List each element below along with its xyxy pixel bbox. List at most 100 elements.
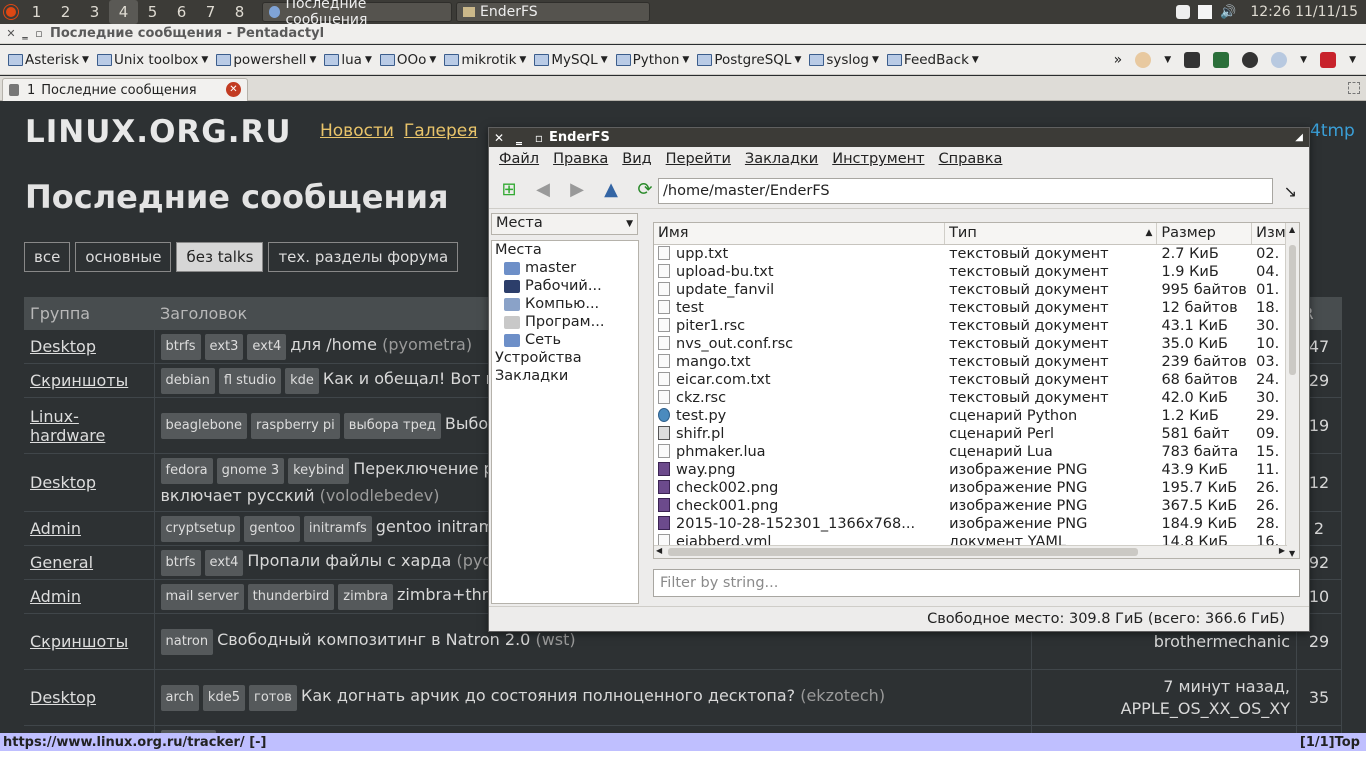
file-row[interactable]: upp.txt текстовый документ 2.7 КиБ 02.: [654, 245, 1299, 263]
tag[interactable]: mail server: [160, 584, 244, 610]
topic-author[interactable]: (pyometra): [382, 335, 472, 354]
command-line[interactable]: [0, 751, 1366, 768]
tag[interactable]: raspberry pi: [251, 413, 340, 439]
bookmark-folder-ooo[interactable]: OOo ▼: [379, 52, 436, 68]
topic-title[interactable]: Как и обещал! Вот му: [323, 369, 507, 388]
tab-groups-icon[interactable]: [1348, 82, 1360, 94]
addon-face-icon[interactable]: [1135, 52, 1152, 68]
vertical-scrollbar[interactable]: ▲ ▼: [1285, 223, 1299, 558]
new-tab-icon[interactable]: ⊞: [497, 178, 521, 202]
workspace-8[interactable]: 8: [225, 0, 254, 24]
scroll-left-icon[interactable]: ◀: [656, 546, 662, 555]
tag[interactable]: gentoo: [244, 516, 300, 542]
bookmark-folder-unix-toolbox[interactable]: Unix toolbox ▼: [96, 52, 208, 68]
tag[interactable]: fl studio: [218, 368, 282, 394]
adblock-icon[interactable]: [1320, 52, 1337, 68]
group-link[interactable]: Desktop: [30, 473, 96, 492]
workspace-3[interactable]: 3: [80, 0, 109, 24]
horizontal-scrollbar[interactable]: ◀ ▶: [654, 545, 1287, 558]
minimize-icon[interactable]: ‗: [509, 131, 529, 145]
user-link[interactable]: 4tmp: [1310, 121, 1355, 141]
tag[interactable]: initramfs: [303, 516, 372, 542]
tag[interactable]: debian: [160, 368, 215, 394]
menu-item[interactable]: Перейти: [666, 151, 731, 167]
notes-icon[interactable]: [1198, 5, 1213, 19]
bookmark-folder-lua[interactable]: lua ▼: [324, 52, 372, 68]
col-name[interactable]: Имя: [654, 223, 946, 244]
path-input[interactable]: /home/master/EnderFS: [658, 178, 1273, 204]
tag[interactable]: ext4: [247, 334, 287, 360]
menu-item[interactable]: Вид: [622, 151, 651, 167]
topic-title-cont[interactable]: включает русский: [161, 486, 315, 505]
topic-author[interactable]: (volodlebedev): [320, 486, 440, 505]
file-row[interactable]: mango.txt текстовый документ 239 байтов 03.: [654, 353, 1299, 371]
tag[interactable]: fedora: [160, 458, 213, 484]
group-link[interactable]: General: [30, 553, 93, 572]
filter-button[interactable]: без talks: [176, 242, 264, 272]
bookmark-folder-postgresql[interactable]: PostgreSQL ▼: [697, 52, 801, 68]
topic-author[interactable]: (ekzotech): [800, 686, 885, 705]
file-row[interactable]: update_fanvil текстовый документ 995 байто…: [654, 281, 1299, 299]
bookmark-folder-mikrotik[interactable]: mikrotik ▼: [444, 52, 526, 68]
bookmark-folder-powershell[interactable]: powershell ▼: [216, 52, 316, 68]
tag[interactable]: keybind: [288, 458, 350, 484]
topic-title[interactable]: Свободный композитинг в Natron 2.0: [217, 630, 530, 649]
bookmark-folder-syslog[interactable]: syslog ▼: [809, 52, 879, 68]
col-type[interactable]: Тип ▲: [945, 223, 1158, 244]
workspace-5[interactable]: 5: [138, 0, 167, 24]
chevron-down-icon[interactable]: ▼: [1300, 55, 1307, 65]
group-link[interactable]: Linux-hardware: [30, 407, 105, 445]
maximize-icon[interactable]: ▫: [32, 27, 46, 40]
clock[interactable]: 12:26 11/11/15: [1250, 4, 1358, 20]
file-row[interactable]: way.png изображение PNG 43.9 КиБ 11.: [654, 461, 1299, 479]
bookmark-folder-mysql[interactable]: MySQL ▼: [534, 52, 608, 68]
bookmark-folder-feedback[interactable]: FeedBack ▼: [886, 52, 979, 68]
tag[interactable]: выбора тред: [343, 413, 441, 439]
tag[interactable]: zimbra: [338, 584, 393, 610]
last-reply[interactable]: brothermechanic: [1154, 632, 1290, 651]
file-row[interactable]: eicar.com.txt текстовый документ 68 байтов…: [654, 371, 1299, 389]
topic-title[interactable]: для /home: [290, 335, 377, 354]
file-row[interactable]: ckz.rsc текстовый документ 42.0 КиБ 30.: [654, 389, 1299, 407]
place-home[interactable]: master: [492, 259, 638, 277]
resize-icon[interactable]: ◢: [1295, 132, 1303, 143]
topic-title[interactable]: Как догнать арчик до состояния полноценн…: [301, 686, 795, 705]
clipboard-icon[interactable]: [1176, 5, 1191, 19]
tag[interactable]: btrfs: [160, 550, 201, 576]
back-icon[interactable]: ◀: [531, 178, 555, 202]
scroll-right-icon[interactable]: ▶: [1279, 546, 1285, 555]
forward-icon[interactable]: ▶: [565, 178, 589, 202]
last-reply-user[interactable]: APPLE_OS_XX_OS_XY: [1121, 699, 1290, 718]
tag[interactable]: kde: [285, 368, 319, 394]
places-dropdown[interactable]: Места ▼: [491, 213, 638, 235]
chevron-down-icon[interactable]: ▼: [1349, 55, 1356, 65]
tab-latest-messages[interactable]: 1 Последние сообщения ✕: [2, 78, 248, 101]
group-link[interactable]: Admin: [30, 519, 81, 538]
tag[interactable]: thunderbird: [247, 584, 335, 610]
close-icon[interactable]: ✕: [489, 131, 509, 145]
tag[interactable]: готов: [248, 685, 297, 711]
bookmark-folder-asterisk[interactable]: Asterisk ▼: [8, 52, 89, 68]
nav-news[interactable]: Новости: [320, 121, 394, 141]
bookmarks-section[interactable]: Закладки: [492, 367, 638, 385]
menu-item[interactable]: Файл: [499, 151, 539, 167]
file-row[interactable]: phmaker.lua сценарий Lua 783 байта 15.: [654, 443, 1299, 461]
file-row[interactable]: shifr.pl сценарий Perl 581 байт 09.: [654, 425, 1299, 443]
tag[interactable]: arch: [160, 685, 199, 711]
menu-item[interactable]: Закладки: [745, 151, 818, 167]
topic-title[interactable]: zimbra+thnd: [397, 585, 502, 604]
close-tab-icon[interactable]: ✕: [226, 82, 241, 97]
tag[interactable]: gnome 3: [216, 458, 285, 484]
ubuntu-menu-icon[interactable]: [0, 1, 22, 23]
filter-input[interactable]: Filter by string...: [653, 569, 1300, 597]
workspace-4[interactable]: 4: [109, 0, 138, 24]
menu-item[interactable]: Правка: [553, 151, 608, 167]
group-link[interactable]: Скриншоты: [30, 632, 128, 651]
file-row[interactable]: check001.png изображение PNG 367.5 КиБ 26.: [654, 497, 1299, 515]
tag[interactable]: ext4: [204, 550, 244, 576]
tag[interactable]: kde5: [202, 685, 245, 711]
tag[interactable]: btrfs: [160, 334, 201, 360]
scroll-thumb[interactable]: [668, 548, 1138, 556]
scroll-up-icon[interactable]: ▲: [1289, 225, 1295, 234]
group-link[interactable]: Desktop: [30, 688, 96, 707]
